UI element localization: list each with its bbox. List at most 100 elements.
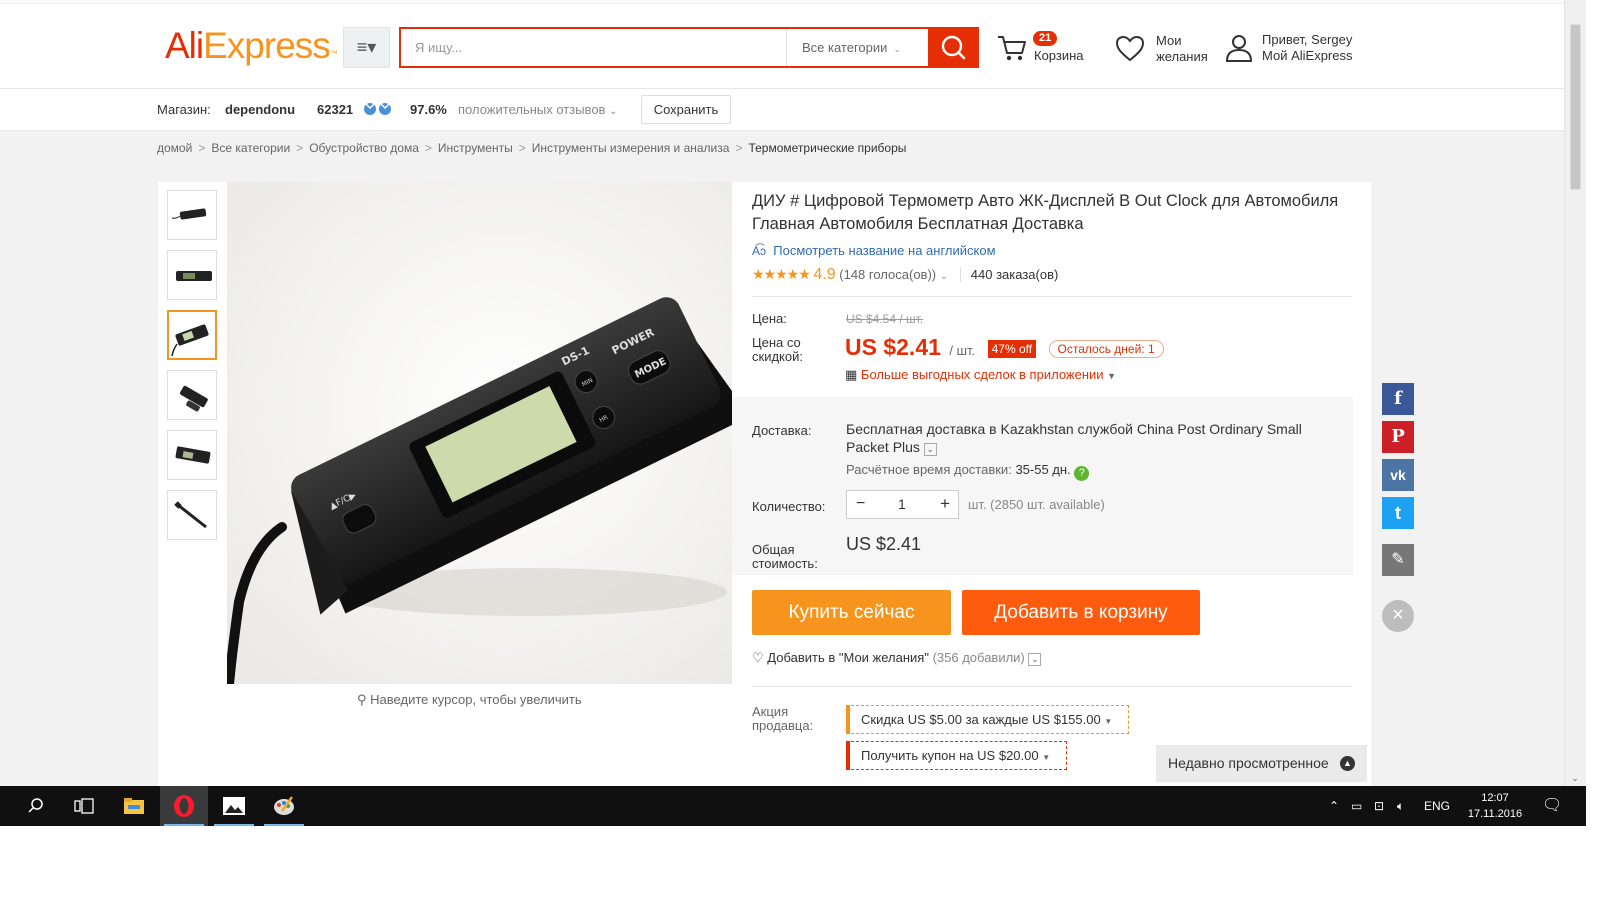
breadcrumb-current[interactable]: Термометрические приборы <box>748 141 906 155</box>
language-indicator[interactable]: ENG <box>1424 786 1450 826</box>
recently-viewed-bar[interactable]: Недавно просмотренное ▲ <box>1156 745 1367 782</box>
chevron-down-icon: ⌄ <box>609 106 618 117</box>
cart-link[interactable]: 21 Корзина <box>995 27 1095 71</box>
facebook-share-icon[interactable]: f <box>1382 383 1414 415</box>
photos-app-icon[interactable] <box>210 786 258 826</box>
breadcrumb-home[interactable]: домой <box>157 141 192 155</box>
search-icon <box>941 35 966 60</box>
price-label: Цена: <box>752 311 787 326</box>
breadcrumb-home-improvement[interactable]: Обустройство дома <box>309 141 419 155</box>
account-link[interactable]: Привет, Sergey Мой AliExpress <box>1222 27 1372 71</box>
divider <box>752 686 1352 687</box>
store-score: 62321 <box>317 102 354 117</box>
seller-promo-label: Акция продавца: <box>752 704 814 733</box>
clock-date: 17.11.2016 <box>1467 808 1523 820</box>
total-label: Общая стоимость: <box>752 542 818 571</box>
taskbar-clock[interactable]: 12:07 17.11.2016 <box>1463 790 1527 822</box>
thumbnail-3[interactable] <box>167 310 217 360</box>
old-price: US $4.54 / шт. <box>846 312 924 326</box>
aliexpress-logo[interactable]: AliExpress™ <box>165 25 338 67</box>
breadcrumb-tools[interactable]: Инструменты <box>438 141 513 155</box>
category-select[interactable]: Все категории ⌄ <box>786 29 928 66</box>
votes-link[interactable]: (148 голоса(ов)) <box>839 267 936 282</box>
thumbnail-5[interactable] <box>167 430 217 480</box>
scrollbar-thumb[interactable] <box>1570 24 1581 190</box>
header-top-strip <box>0 0 1564 4</box>
qr-code-icon: ▦ <box>845 367 858 382</box>
app-deal-link[interactable]: ▦ Больше выгодных сделок в приложении ▼ <box>845 367 1116 383</box>
discount-price-label: Цена со скидкой: <box>752 335 803 364</box>
thumbnail-2[interactable] <box>167 250 217 300</box>
vk-share-icon[interactable]: vk <box>1382 459 1414 491</box>
pinterest-share-icon[interactable]: P <box>1382 421 1414 453</box>
opera-browser-icon[interactable] <box>160 786 208 826</box>
search-icon[interactable] <box>12 786 60 826</box>
edit-icon[interactable]: ✎ <box>1382 544 1414 576</box>
chevron-up-icon: ▲ <box>1340 756 1355 771</box>
translate-icon: A͡ↄ <box>752 244 767 258</box>
heart-plus-icon: ♡ <box>752 650 764 665</box>
network-icon[interactable]: ⊡ <box>1374 786 1384 826</box>
price-unit: / шт. <box>949 343 976 358</box>
my-aliexpress-link[interactable]: Мой AliExpress <box>1262 48 1353 64</box>
save-store-button[interactable]: Сохранить <box>641 95 731 124</box>
store-name-link[interactable]: dependonu <box>225 102 295 117</box>
account-greeting: Привет, Sergey <box>1262 32 1353 47</box>
product-title: ДИУ # Цифровой Термометр Авто ЖК-Дисплей… <box>752 192 1339 233</box>
search-input[interactable] <box>401 29 786 66</box>
breadcrumb-measurement-tools[interactable]: Инструменты измерения и анализа <box>532 141 730 155</box>
close-icon[interactable]: × <box>1382 600 1414 632</box>
shipping-label: Доставка: <box>752 423 812 438</box>
category-menu-button[interactable]: ≡▾ <box>343 27 390 68</box>
thumbnail-6[interactable] <box>167 490 217 540</box>
page-scrollbar[interactable]: ⌄ <box>1564 0 1584 786</box>
quantity-label: Количество: <box>752 499 826 514</box>
help-icon[interactable]: ? <box>1074 466 1090 481</box>
main-product-image[interactable]: MIN HR MODE POWER DS-1 ▲F/C▶ <box>224 182 750 689</box>
search-bar: Все категории⌄ <box>399 27 979 68</box>
store-label: Магазин: <box>157 102 211 117</box>
paint-app-icon[interactable] <box>260 786 308 826</box>
caret-down-icon: ▼ <box>1107 371 1117 381</box>
power-icon[interactable]: ▭ <box>1351 786 1362 826</box>
browser-viewport: AliExpress™ ≡▾ Все категории⌄ 21 Корзина… <box>0 0 1586 826</box>
screen: AliExpress™ ≡▾ Все категории⌄ 21 Корзина… <box>0 0 1600 900</box>
decrease-quantity-button[interactable]: − <box>856 495 865 513</box>
windows-taskbar: ⌃ ▭ ⊡ 🔈︎ ENG 12:07 17.11.2016 🗨︎ <box>0 786 1586 826</box>
chevron-down-icon[interactable]: ⌄ <box>923 443 937 456</box>
translate-title-link[interactable]: A͡ↄ Посмотреть название на английском <box>752 243 996 258</box>
increase-quantity-button[interactable]: + <box>940 494 950 514</box>
breadcrumb-all-categories[interactable]: Все категории <box>211 141 290 155</box>
search-button[interactable] <box>928 27 979 68</box>
quantity-input[interactable]: 1 <box>898 496 906 512</box>
volume-icon[interactable]: 🔈︎ <box>1397 786 1404 826</box>
task-view-icon[interactable] <box>60 786 108 826</box>
zoom-hint: ⚲ Наведите курсор, чтобы увеличить <box>357 692 582 707</box>
wishlist-link[interactable]: Мои желания <box>1113 27 1213 71</box>
add-to-cart-button[interactable]: Добавить в корзину <box>962 590 1200 635</box>
positive-feedback-label[interactable]: положительных отзывов ⌄ <box>458 102 617 117</box>
caret-down-icon: ▼ <box>1104 717 1113 726</box>
quantity-stepper: − 1 + <box>846 490 959 519</box>
days-left-badge: Осталось дней: 1 <box>1048 340 1164 358</box>
notifications-icon[interactable]: 🗨︎ <box>1542 786 1562 826</box>
thumbnail-4[interactable] <box>167 370 217 420</box>
price-row: US $2.41 / шт. 47% off Осталось дней: 1 <box>845 334 1164 361</box>
add-to-wishlist-link[interactable]: ♡ Добавить в "Мои желания" (356 добавили… <box>752 650 1042 666</box>
cart-icon <box>998 36 1026 61</box>
thumbnail-1[interactable] <box>167 190 217 240</box>
twitter-share-icon[interactable]: t <box>1382 497 1414 529</box>
file-explorer-icon[interactable] <box>110 786 158 826</box>
chevron-down-icon[interactable]: ⌄ <box>1028 653 1042 666</box>
buy-now-button[interactable]: Купить сейчас <box>752 590 951 635</box>
total-price: US $2.41 <box>846 534 922 554</box>
orders-count: 440 заказа(ов) <box>959 267 1059 282</box>
rating-stars: ★★★★★ <box>752 266 811 282</box>
shipping-method[interactable]: Бесплатная доставка в Kazakhstan службой… <box>846 420 1326 456</box>
chevron-up-icon[interactable]: ⌃ <box>1329 786 1339 826</box>
scroll-down-arrow[interactable]: ⌄ <box>1565 772 1585 784</box>
rating-row: ★★★★★ 4.9 (148 голоса(ов)) ⌄ 440 заказа(… <box>752 266 1059 284</box>
availability: шт. (2850 шт. available) <box>968 497 1105 512</box>
promo-discount[interactable]: Скидка US $5.00 за каждые US $155.00 ▼ <box>846 705 1130 734</box>
promo-coupon[interactable]: Получить купон на US $20.00 ▼ <box>846 741 1068 770</box>
